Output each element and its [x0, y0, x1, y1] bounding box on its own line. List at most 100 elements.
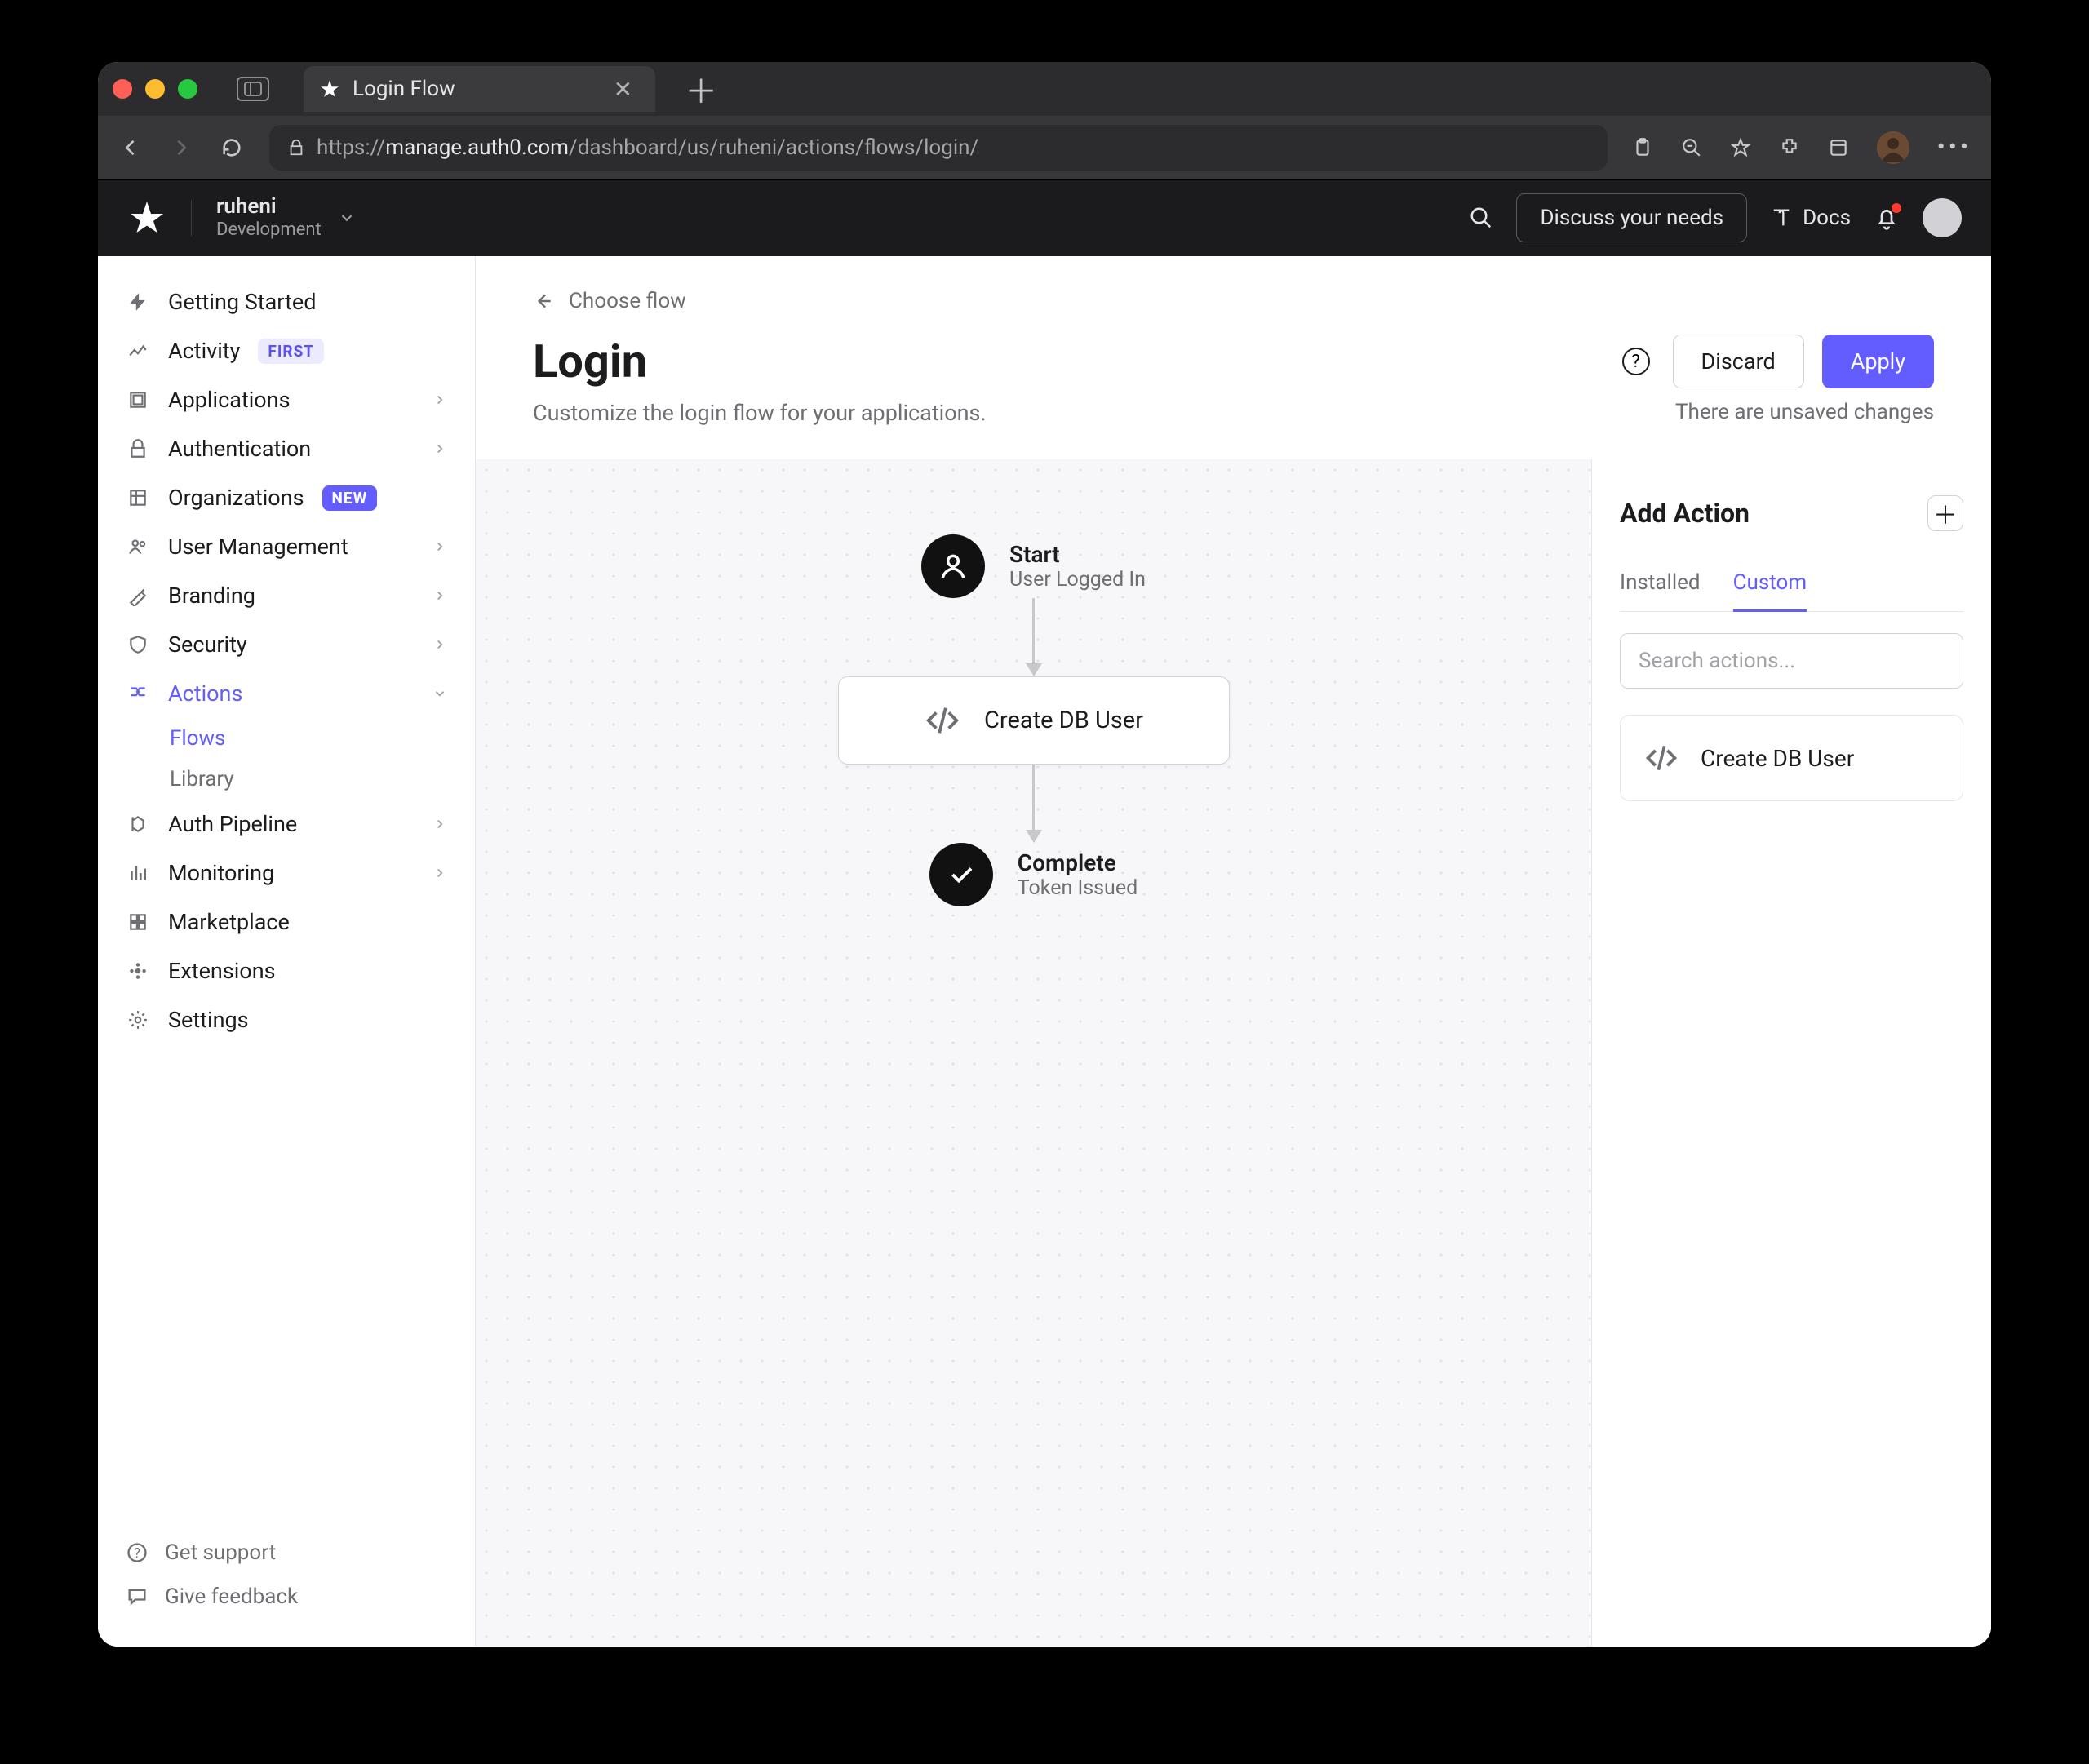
sidebar-item-label: Getting Started [168, 289, 316, 315]
docs-link[interactable]: Docs [1770, 206, 1851, 230]
chevron-right-icon [432, 539, 447, 554]
url-path: /dashboard/us/ruheni/actions/flows/login… [569, 135, 978, 160]
sidebar-item-label: Organizations [168, 485, 304, 511]
notifications-icon[interactable] [1874, 205, 1900, 231]
flow-arrow [1026, 765, 1042, 843]
sidebar-item-activity[interactable]: ActivityFIRST [98, 326, 475, 375]
user-avatar-icon[interactable] [1923, 198, 1962, 237]
sidebar-icon [126, 290, 150, 314]
book-icon [1770, 206, 1793, 229]
sidebar-toggle-icon[interactable] [237, 77, 269, 101]
profile-avatar-icon[interactable] [1877, 131, 1909, 164]
end-title: Complete [1018, 849, 1138, 876]
sidebar-icon [126, 861, 150, 885]
favorite-icon[interactable] [1730, 137, 1751, 158]
get-support-link[interactable]: ? Get support [126, 1531, 447, 1575]
tenant-switcher[interactable]: ruheni Development [216, 194, 356, 242]
urlbar-right: ••• [1632, 131, 1971, 164]
add-action-button[interactable]: ＋ [1927, 495, 1963, 531]
collections-icon[interactable] [1828, 137, 1849, 158]
sidebar-item-extensions[interactable]: Extensions [98, 946, 475, 995]
feedback-label: Give feedback [165, 1584, 298, 1609]
brand: ruheni Development [127, 194, 356, 242]
tab-close-icon[interactable]: ✕ [614, 76, 632, 103]
reload-icon[interactable] [219, 135, 245, 161]
chevron-down-icon [338, 209, 356, 227]
sidebar-subitem-flows[interactable]: Flows [98, 718, 475, 759]
flow-canvas[interactable]: Start User Logged In Create DB User [476, 459, 1591, 1647]
sidebar-item-label: Auth Pipeline [168, 811, 297, 837]
back-link[interactable]: Choose flow [533, 289, 1934, 313]
sidebar-item-authentication[interactable]: Authentication [98, 424, 475, 473]
give-feedback-link[interactable]: Give feedback [126, 1575, 447, 1619]
docs-label: Docs [1803, 206, 1851, 230]
new-tab-button[interactable]: ＋ [685, 65, 717, 113]
start-title: Start [1009, 541, 1146, 568]
sidebar-icon [126, 388, 150, 412]
minimize-window-icon[interactable] [145, 79, 165, 99]
discard-button[interactable]: Discard [1673, 335, 1804, 388]
sidebar-item-marketplace[interactable]: Marketplace [98, 898, 475, 946]
tab-installed[interactable]: Installed [1620, 562, 1701, 611]
back-icon[interactable] [118, 135, 144, 161]
sidebar-icon [126, 681, 150, 706]
url-host: manage.auth0.com [385, 135, 569, 160]
main: Choose flow Login ? Discard Apply Custom… [476, 256, 1991, 1647]
browser-tab[interactable]: Login Flow ✕ [304, 66, 655, 112]
divider [191, 200, 192, 236]
flow-action-card[interactable]: Create DB User [838, 676, 1230, 765]
sidebar-item-label: Actions [168, 680, 242, 707]
forward-icon[interactable] [168, 135, 194, 161]
sidebar-icon [126, 632, 150, 657]
flow-end-node: Complete Token Issued [929, 843, 1138, 906]
search-icon[interactable] [1469, 206, 1493, 230]
help-icon: ? [126, 1541, 149, 1564]
sidebar-item-branding[interactable]: Branding [98, 571, 475, 620]
sidebar-icon [126, 910, 150, 934]
sidebar-badge: FIRST [258, 339, 324, 364]
arrow-left-icon [533, 290, 554, 312]
sidebar-subitem-library[interactable]: Library [98, 759, 475, 800]
sidebar-item-label: Settings [168, 1007, 249, 1033]
zoom-out-icon[interactable] [1681, 137, 1702, 158]
back-label: Choose flow [569, 289, 686, 313]
sidebar-item-organizations[interactable]: OrganizationsNEW [98, 473, 475, 522]
sidebar-item-settings[interactable]: Settings [98, 995, 475, 1044]
url-text: https://manage.auth0.com/dashboard/us/ru… [317, 135, 978, 160]
tab-custom[interactable]: Custom [1733, 562, 1807, 612]
sidebar-item-label: Marketplace [168, 909, 290, 935]
sidebar-item-actions[interactable]: Actions [98, 669, 475, 718]
action-list-item[interactable]: Create DB User [1620, 715, 1963, 801]
start-sub: User Logged In [1009, 568, 1146, 592]
maximize-window-icon[interactable] [178, 79, 197, 99]
auth0-favicon-icon [318, 78, 341, 100]
sidebar: Getting Started ActivityFIRSTApplications… [98, 256, 476, 1647]
sidebar-icon [126, 485, 150, 510]
discuss-button[interactable]: Discuss your needs [1516, 193, 1747, 242]
sidebar-item-applications[interactable]: Applications [98, 375, 475, 424]
sidebar-icon [126, 339, 150, 363]
flow-start-node: Start User Logged In [921, 534, 1146, 598]
url-scheme: https:// [317, 135, 385, 160]
sidebar-item-user-management[interactable]: User Management [98, 522, 475, 571]
unsaved-notice: There are unsaved changes [1675, 400, 1934, 426]
sidebar-item-security[interactable]: Security [98, 620, 475, 669]
sidebar-item-monitoring[interactable]: Monitoring [98, 849, 475, 898]
more-menu-icon[interactable]: ••• [1937, 133, 1971, 162]
sidebar-item-auth-pipeline[interactable]: Auth Pipeline [98, 800, 475, 849]
apply-button[interactable]: Apply [1822, 335, 1934, 388]
auth0-logo-icon[interactable] [127, 198, 166, 237]
tab-title: Login Flow [353, 77, 455, 101]
help-button[interactable]: ? [1622, 348, 1650, 375]
url-field[interactable]: https://manage.auth0.com/dashboard/us/ru… [269, 125, 1608, 171]
close-window-icon[interactable] [113, 79, 132, 99]
clipboard-icon[interactable] [1632, 137, 1653, 158]
search-actions-input[interactable] [1620, 633, 1963, 689]
add-action-panel: Add Action ＋ Installed Custom Cr [1591, 459, 1991, 1647]
action-label: Create DB User [984, 707, 1143, 734]
extension-icon[interactable] [1779, 137, 1800, 158]
window-controls [113, 79, 197, 99]
sidebar-icon [126, 534, 150, 559]
sidebar-item-getting-started[interactable]: Getting Started [98, 277, 475, 326]
sidebar-item-label: Monitoring [168, 860, 274, 886]
